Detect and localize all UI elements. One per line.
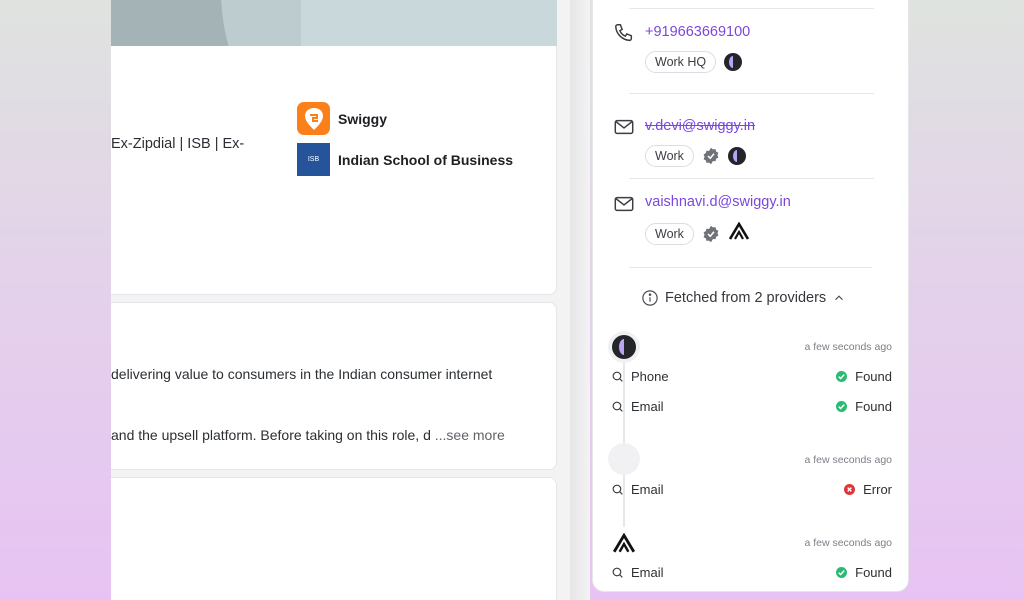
result-status: Found: [855, 565, 892, 580]
profile-headline: Ex-Zipdial | ISB | Ex-: [111, 136, 245, 152]
verified-badge-icon: [702, 147, 720, 165]
provider-result-row: Email Found: [611, 565, 892, 580]
company-isb[interactable]: ISB Indian School of Business: [297, 143, 513, 176]
app-window: Ex-Zipdial | ISB | Ex- Swiggy ISB Indian…: [4, 0, 1018, 600]
fetched-label: Fetched from 2 providers: [665, 290, 827, 306]
info-icon: [642, 290, 658, 306]
mail-icon: [613, 116, 635, 138]
provider-b-icon: [728, 221, 750, 245]
result-label: Email: [631, 565, 664, 580]
about-text: delivering value to consumers in the Ind…: [111, 366, 493, 382]
fetch-timestamp: a few seconds ago: [804, 537, 892, 549]
company-name: Indian School of Business: [338, 151, 514, 168]
phone-tags: Work HQ: [645, 51, 743, 73]
chevron-up-icon: [835, 295, 844, 301]
experience-card: [111, 477, 557, 600]
error-circle-icon: [844, 484, 856, 495]
contact-panel: +919663669100 Work HQ v.devi@swiggy.in W…: [592, 0, 909, 592]
company-swiggy[interactable]: Swiggy: [297, 102, 387, 135]
about-text: and the upsell platform. Before taking o…: [111, 427, 505, 443]
phone-icon: [613, 22, 635, 44]
contact-tag: Work HQ: [645, 51, 717, 73]
contact-tag: Work: [645, 222, 694, 245]
provider-result-row: Phone Found: [611, 369, 892, 384]
about-card: [111, 302, 557, 470]
divider: [629, 178, 874, 179]
company-name: Swiggy: [338, 110, 388, 127]
email-tags: Work: [645, 221, 750, 245]
fetch-timestamp: a few seconds ago: [804, 341, 892, 353]
cover-banner: [111, 0, 557, 46]
contact-tag: Work: [645, 145, 694, 167]
provider-a-icon: [612, 335, 636, 359]
profile-panel: Ex-Zipdial | ISB | Ex- Swiggy ISB Indian…: [111, 0, 577, 600]
swiggy-logo: [297, 102, 330, 135]
result-status: Error: [863, 482, 892, 497]
check-circle-icon: [836, 371, 848, 382]
provider-avatar: [608, 331, 640, 363]
isb-logo-text: ISB: [307, 156, 320, 163]
verified-badge-icon: [702, 225, 720, 243]
check-circle-icon: [836, 401, 848, 412]
result-status: Found: [855, 369, 892, 384]
mail-icon: [613, 193, 635, 215]
check-circle-icon: [836, 567, 848, 578]
panel-divider: [570, 0, 590, 600]
provider-b-icon: [608, 527, 640, 559]
divider: [629, 8, 874, 9]
search-icon: [612, 484, 623, 495]
search-icon: [612, 401, 623, 412]
fetch-timestamp: a few seconds ago: [804, 454, 892, 466]
provider-unknown-icon: [608, 443, 640, 475]
provider-a-icon: [724, 53, 743, 71]
search-icon: [612, 371, 623, 382]
provider-result-row: Email Error: [611, 482, 892, 497]
result-status: Found: [855, 399, 892, 414]
isb-logo: ISB: [297, 143, 330, 176]
provider-a-icon: [727, 147, 746, 165]
fetched-providers-toggle[interactable]: Fetched from 2 providers: [641, 289, 846, 307]
phone-number[interactable]: +919663669100: [645, 24, 750, 40]
about-text-line: and the upsell platform. Before taking o…: [111, 427, 431, 443]
divider: [629, 93, 874, 94]
divider: [629, 267, 872, 268]
provider-result-row: Email Found: [611, 399, 892, 414]
result-label: Email: [631, 482, 664, 497]
result-label: Email: [631, 399, 664, 414]
cover-shape: [301, 0, 557, 46]
search-icon: [612, 567, 623, 578]
result-label: Phone: [631, 369, 669, 384]
email-address-invalid[interactable]: v.devi@swiggy.in: [645, 118, 755, 134]
email-tags: Work: [645, 145, 746, 167]
see-more-link[interactable]: ...see more: [435, 427, 505, 443]
email-address[interactable]: vaishnavi.d@swiggy.in: [645, 194, 791, 210]
